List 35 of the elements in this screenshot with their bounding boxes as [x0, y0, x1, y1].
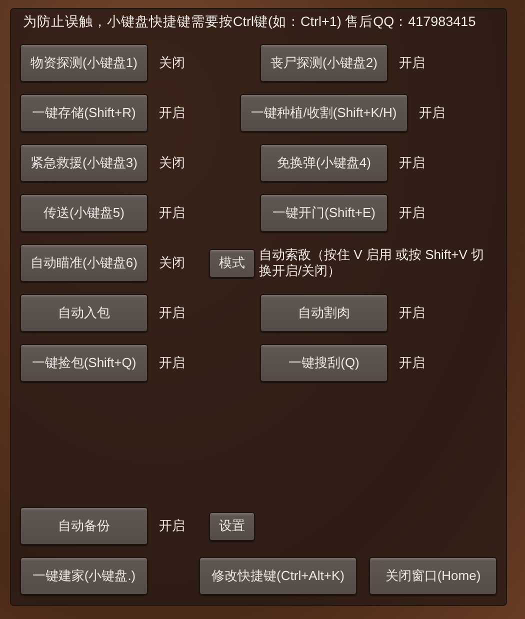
status-text: 开启: [159, 354, 186, 372]
toggle-button[interactable]: 自动入包: [20, 294, 148, 332]
status-text: 开启: [419, 104, 446, 122]
toggle-button[interactable]: 自动备份: [20, 507, 148, 545]
status-text: 关闭: [159, 54, 186, 72]
status-text: 开启: [399, 54, 426, 72]
toggle-button[interactable]: 一键种植/收割(Shift+K/H): [240, 94, 408, 132]
status-text: 关闭: [159, 254, 186, 272]
toggle-button[interactable]: 一键捡包(Shift+Q): [20, 344, 148, 382]
status-text: 开启: [159, 304, 186, 322]
status-text: 开启: [399, 154, 426, 172]
mode-button[interactable]: 模式: [209, 248, 255, 278]
toggle-button[interactable]: 自动割肉: [260, 294, 388, 332]
toggle-button[interactable]: 一键开门(Shift+E): [260, 194, 388, 232]
toggle-button[interactable]: 一键搜刮(Q): [260, 344, 388, 382]
build-button[interactable]: 一键建家(小键盘.): [20, 557, 148, 595]
status-text: 开启: [159, 104, 186, 122]
status-text: 开启: [159, 517, 186, 535]
toggle-button[interactable]: 紧急救援(小键盘3): [20, 144, 148, 182]
status-text: 开启: [399, 204, 426, 222]
hotkeys-button[interactable]: 修改快捷键(Ctrl+Alt+K): [199, 557, 357, 595]
toggle-button[interactable]: 一键存储(Shift+R): [20, 94, 148, 132]
status-text: 开启: [399, 304, 426, 322]
toggle-button[interactable]: 免换弹(小键盘4): [260, 144, 388, 182]
description-text: 自动索敌（按住 V 启用 或按 Shift+V 切换开启/关闭）: [259, 247, 486, 279]
toggle-button[interactable]: 自动瞄准(小键盘6): [20, 244, 148, 282]
toggle-button[interactable]: 丧尸探测(小键盘2): [260, 44, 388, 82]
status-text: 开启: [159, 204, 186, 222]
toggle-button[interactable]: 物资探测(小键盘1): [20, 44, 148, 82]
status-text: 开启: [399, 354, 426, 372]
toggle-button[interactable]: 传送(小键盘5): [20, 194, 148, 232]
close-window-button[interactable]: 关闭窗口(Home): [369, 557, 497, 595]
settings-button[interactable]: 设置: [209, 512, 255, 540]
notice-text: 为防止误触，小键盘快捷键需要按Ctrl键(如：Ctrl+1) 售后QQ：417983415: [22, 13, 477, 31]
status-text: 关闭: [159, 154, 186, 172]
